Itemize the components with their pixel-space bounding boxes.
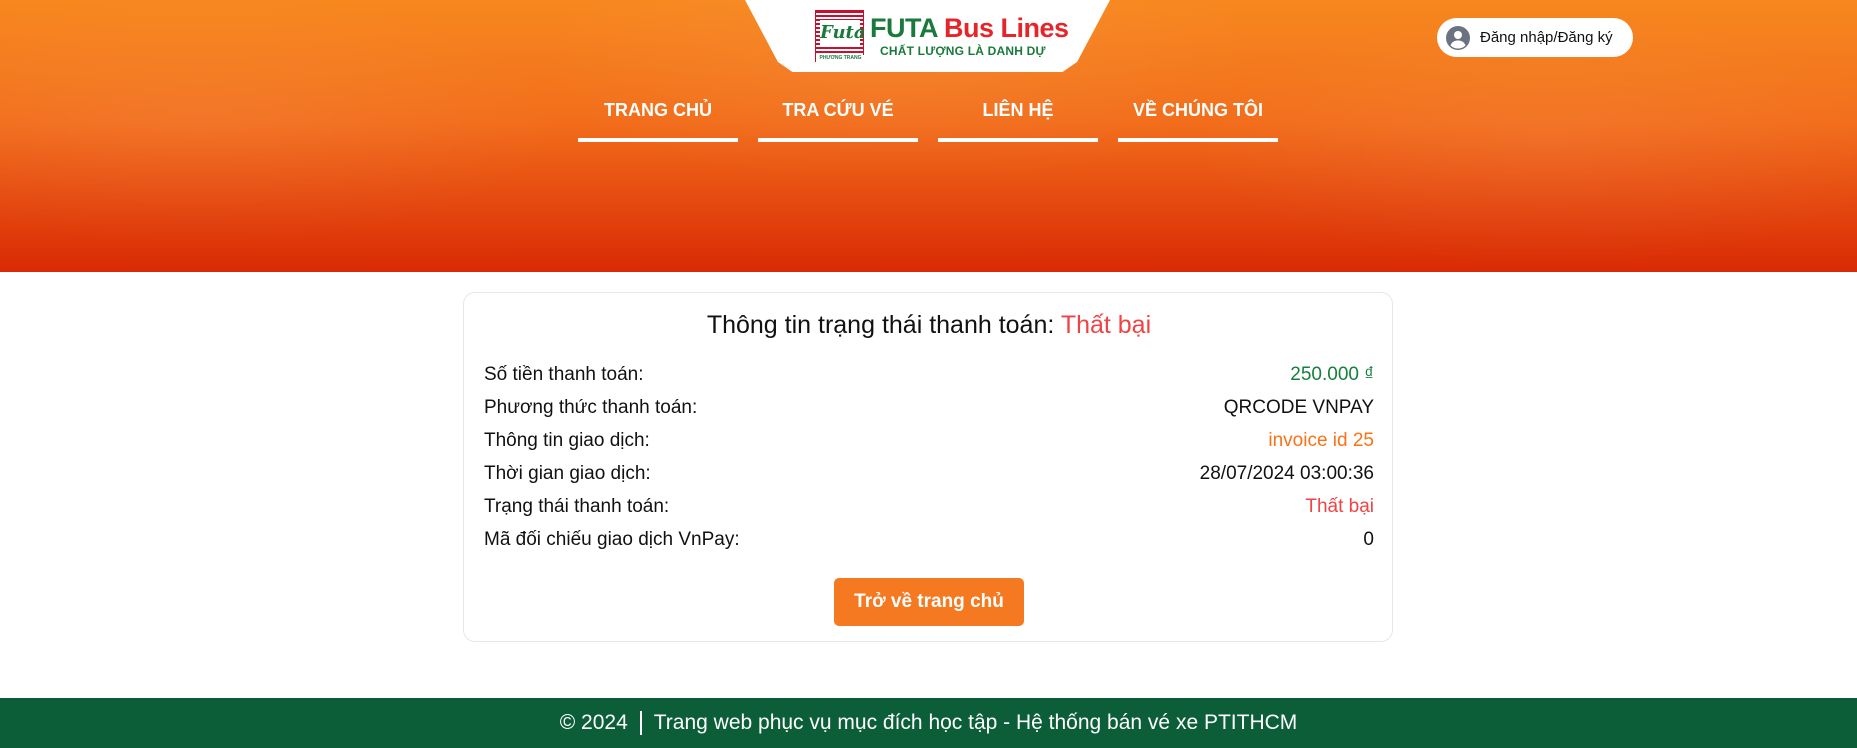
detail-value-vnpay-reference: 0 [1363,529,1374,550]
detail-label: Số tiền thanh toán: [484,364,644,385]
payment-status-title: Thông tin trạng thái thanh toán: Thất bạ… [464,311,1394,340]
detail-value-amount: 250.000 ₫ [1290,364,1374,385]
detail-row-status: Trạng thái thanh toán: Thất bại [484,495,1374,528]
logo-mark-subtext: PHƯƠNG TRANG [816,55,865,62]
detail-value-transaction-time: 28/07/2024 03:00:36 [1199,463,1374,484]
footer-copyright: © 2024 [559,711,628,734]
detail-row-transaction-info: Thông tin giao dịch: invoice id 25 [484,429,1374,462]
detail-label: Mã đối chiếu giao dịch VnPay: [484,529,740,550]
payment-status-title-status: Thất bại [1060,311,1152,339]
login-register-button[interactable]: Đăng nhập/Đăng ký [1437,18,1633,57]
nav-underline [938,138,1098,142]
payment-details: Số tiền thanh toán: 250.000 ₫ Phương thứ… [484,363,1374,561]
nav-item-label: LIÊN HỆ [982,100,1054,120]
nav-item-ticket-lookup[interactable]: TRA CỨU VÉ [758,88,918,142]
brand-name-bus-lines: Bus Lines [944,13,1069,43]
site-footer: © 2024 Trang web phục vụ mục đích học tậ… [0,698,1857,748]
detail-value-status: Thất bại [1305,496,1374,517]
nav-item-label: TRA CỨU VÉ [782,100,894,120]
futa-logo-icon: Futa PHƯƠNG TRANG [815,10,866,62]
nav-underline [578,138,738,142]
logo-mark-text: Futa [820,20,866,46]
footer-divider [639,711,642,735]
brand-tagline: CHẤT LƯỢNG LÀ DANH DỰ [880,44,1046,58]
detail-row-vnpay-reference: Mã đối chiếu giao dịch VnPay: 0 [484,528,1374,561]
brand-name-futa: FUTA [870,13,937,43]
nav-item-contact[interactable]: LIÊN HỆ [938,88,1098,142]
logo-text: FUTA Bus Lines CHẤT LƯỢNG LÀ DANH DỰ [870,14,1069,58]
detail-label: Phương thức thanh toán: [484,397,698,418]
payment-status-title-prefix: Thông tin trạng thái thanh toán: [706,311,1055,339]
detail-row-transaction-time: Thời gian giao dịch: 28/07/2024 03:00:36 [484,462,1374,495]
nav-item-label: TRANG CHỦ [604,100,712,120]
back-to-home-button[interactable]: Trở về trang chủ [834,578,1024,626]
nav-underline [758,138,918,142]
login-register-label: Đăng nhập/Đăng ký [1480,29,1613,46]
detail-label: Thông tin giao dịch: [484,430,650,451]
brand-logo[interactable]: Futa PHƯƠNG TRANG FUTA Bus Lines CHẤT LƯ… [815,9,1069,63]
main-nav: TRANG CHỦ TRA CỨU VÉ LIÊN HỆ VỀ CHÚNG TÔ… [578,88,1278,142]
site-header: Futa PHƯƠNG TRANG FUTA Bus Lines CHẤT LƯ… [0,0,1857,272]
detail-row-amount: Số tiền thanh toán: 250.000 ₫ [484,363,1374,396]
detail-value-transaction-info: invoice id 25 [1268,430,1374,451]
nav-item-label: VỀ CHÚNG TÔI [1132,100,1263,120]
nav-item-home[interactable]: TRANG CHỦ [578,88,738,142]
detail-label: Thời gian giao dịch: [484,463,651,484]
user-avatar-icon [1446,25,1470,50]
brand-name: FUTA Bus Lines [870,14,1069,42]
detail-label: Trạng thái thanh toán: [484,496,670,517]
detail-row-method: Phương thức thanh toán: QRCODE VNPAY [484,396,1374,429]
nav-underline [1118,138,1278,142]
detail-value-method: QRCODE VNPAY [1223,397,1374,418]
footer-text: Trang web phục vụ mục đích học tập - Hệ … [653,711,1298,734]
payment-status-card: Thông tin trạng thái thanh toán: Thất bạ… [463,292,1393,642]
nav-item-about[interactable]: VỀ CHÚNG TÔI [1118,88,1278,142]
